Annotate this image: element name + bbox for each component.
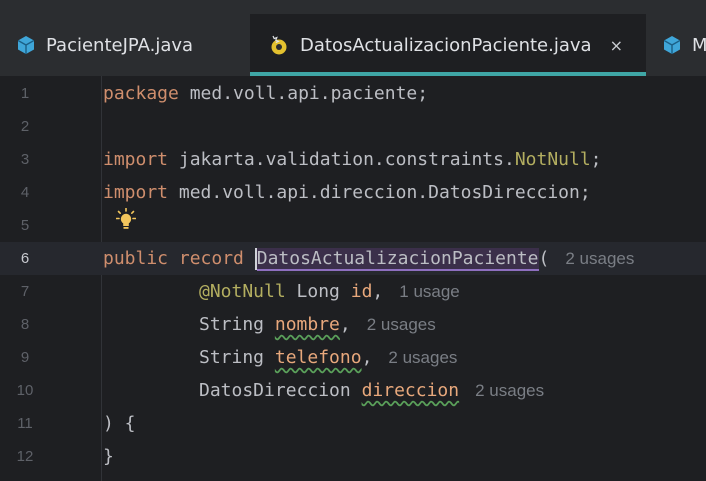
parameter-name: id <box>350 281 373 302</box>
keyword: import <box>103 182 169 203</box>
line-number: 7 <box>20 283 30 300</box>
code-editor[interactable]: 1 package med.voll.api.paciente; 2 3 imp… <box>0 76 706 481</box>
editor-tab-bar: PacienteJPA.java DatosActualizacionPacie… <box>0 14 706 76</box>
code-text: , <box>339 314 351 335</box>
code-text: med.voll.api.direccion.DatosDireccion; <box>168 182 591 203</box>
keyword: package <box>103 83 179 104</box>
type-name: String <box>199 347 275 368</box>
code-text: ( <box>538 247 550 269</box>
lightbulb-icon[interactable] <box>115 207 137 232</box>
line-number: 11 <box>17 415 33 432</box>
type-name: DatosDireccion <box>199 380 362 401</box>
tab-datos-actualizacion-paciente[interactable]: DatosActualizacionPaciente.java × <box>250 14 646 76</box>
code-line: 9 String telefono, 2 usages <box>0 341 706 374</box>
tab-overflow[interactable]: M <box>664 14 706 76</box>
code-text: med.voll.api.paciente; <box>178 83 429 104</box>
usages-hint[interactable]: 2 usages <box>388 348 457 367</box>
line-number: 12 <box>16 448 34 465</box>
line-number: 10 <box>16 382 34 399</box>
code-line: 10 DatosDireccion direccion 2 usages <box>0 374 706 407</box>
usages-hint[interactable]: 2 usages <box>475 381 544 400</box>
code-line: 12 } <box>0 440 706 473</box>
parameter-name: direccion <box>361 380 460 401</box>
code-line: 7 @NotNull Long id, 1 usage <box>0 275 706 308</box>
annotation-name: NotNull <box>514 149 591 170</box>
usages-hint[interactable]: 2 usages <box>565 249 634 268</box>
code-line: 8 String nombre, 2 usages <box>0 308 706 341</box>
window-top-strip <box>0 0 706 14</box>
code-text: jakarta.validation.constraints. <box>168 149 515 170</box>
line-number: 8 <box>20 316 30 333</box>
line-number: 9 <box>20 349 30 366</box>
code-line: 1 package med.voll.api.paciente; <box>0 77 706 110</box>
code-line: 5 <box>0 209 706 242</box>
java-class-icon <box>18 36 34 54</box>
tab-label: DatosActualizacionPaciente.java <box>300 34 592 56</box>
code-text: ; <box>590 149 602 170</box>
type-name: String <box>199 314 275 335</box>
keyword: import <box>103 149 169 170</box>
parameter-name: nombre <box>274 314 340 335</box>
line-number: 6 <box>20 250 30 267</box>
parameter-name: telefono <box>274 347 362 368</box>
line-number: 2 <box>20 118 30 135</box>
line-number: 1 <box>20 85 30 102</box>
usages-hint[interactable]: 1 usage <box>399 282 460 301</box>
line-number: 3 <box>20 151 30 168</box>
tab-paciente-jpa[interactable]: PacienteJPA.java <box>18 14 193 76</box>
code-line: 11 ) { <box>0 407 706 440</box>
keyword: public <box>103 247 169 269</box>
code-text: ) { <box>103 413 136 434</box>
keyword: record <box>178 247 244 269</box>
usages-hint[interactable]: 2 usages <box>367 315 436 334</box>
code-text: , <box>372 281 384 302</box>
code-text: , <box>361 347 373 368</box>
code-line: 3 import jakarta.validation.constraints.… <box>0 143 706 176</box>
java-class-icon <box>664 36 680 54</box>
close-icon[interactable]: × <box>610 36 623 55</box>
record-name-highlight[interactable]: DatosActualizacionPaciente <box>256 247 539 271</box>
code-line: 2 <box>0 110 706 143</box>
code-line: 4 import med.voll.api.direccion.DatosDir… <box>0 176 706 209</box>
tab-label: PacienteJPA.java <box>46 34 194 56</box>
code-line-current: 6 public record DatosActualizacionPacien… <box>0 242 706 275</box>
tab-label: M <box>692 34 706 56</box>
type-name: Long <box>285 281 351 302</box>
annotation: @NotNull <box>199 281 286 302</box>
record-icon <box>270 35 288 55</box>
line-number: 4 <box>20 184 30 201</box>
line-number: 5 <box>20 217 30 234</box>
code-text: } <box>103 446 114 467</box>
